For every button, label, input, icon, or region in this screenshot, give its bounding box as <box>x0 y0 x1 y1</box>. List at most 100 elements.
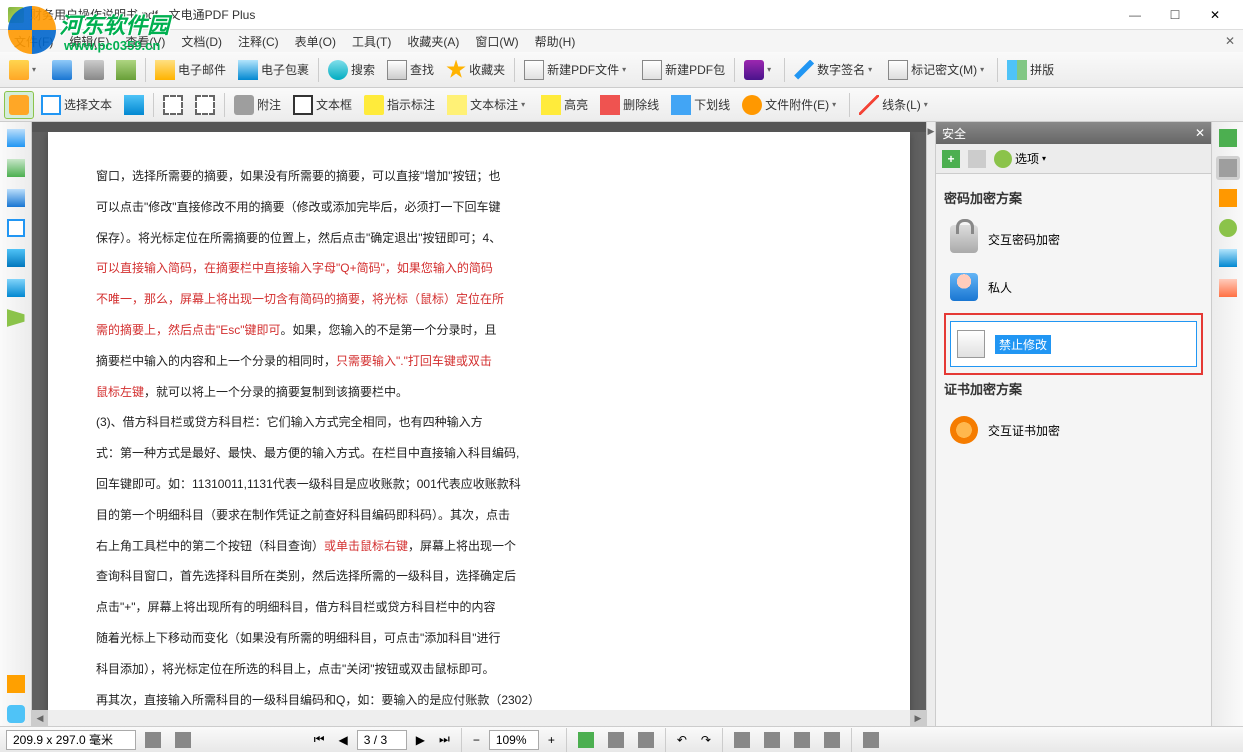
digital-sign-button[interactable]: 数字签名▾ <box>789 56 881 84</box>
file-attachment-button[interactable]: 文件附件(E)▾ <box>737 91 845 119</box>
underline-button[interactable]: 下划线 <box>666 91 735 119</box>
panel-close-button[interactable]: ✕ <box>1195 126 1205 140</box>
minimize-button[interactable]: — <box>1115 0 1155 30</box>
line-tool-button[interactable]: 线条(L)▾ <box>854 91 937 119</box>
zoom-in-button[interactable]: + <box>543 730 560 750</box>
new-pdf-package-button[interactable]: 新建PDF包 <box>637 56 730 84</box>
snapshot-button[interactable] <box>158 91 188 119</box>
scan-button[interactable] <box>111 56 141 84</box>
print-icon <box>84 60 104 80</box>
panel-toolbar: + 选项▾ <box>936 144 1211 174</box>
menu-window[interactable]: 窗口(W) <box>467 31 526 52</box>
highlight-button[interactable]: 高亮 <box>536 91 593 119</box>
check-panel-button[interactable] <box>1216 126 1240 150</box>
maximize-button[interactable]: ☐ <box>1155 0 1195 30</box>
favorites-button[interactable]: 收藏夹 <box>441 56 510 84</box>
facing-continuous-button[interactable] <box>819 730 845 750</box>
fullscreen-button[interactable] <box>858 730 884 750</box>
strikeout-button[interactable]: 删除线 <box>595 91 664 119</box>
text-markup-button[interactable]: 文本标注▾ <box>442 91 534 119</box>
panel-collapse-bar[interactable]: ▶ <box>926 122 936 726</box>
menu-document[interactable]: 文档(D) <box>173 31 230 52</box>
imposition-button[interactable]: 拼版 <box>1002 56 1059 84</box>
status-btn-2[interactable] <box>170 730 196 750</box>
hand-tool-button[interactable] <box>4 91 34 119</box>
layers-panel-button[interactable] <box>4 246 28 270</box>
last-page-button[interactable]: ⏭ <box>434 730 455 750</box>
rotate-cw-button[interactable]: ↷ <box>696 730 716 750</box>
select-text-button[interactable]: 选择文本 <box>36 91 117 119</box>
actual-size-button[interactable] <box>633 730 659 750</box>
fit-width-button[interactable] <box>573 730 599 750</box>
comments-panel-button[interactable] <box>4 186 28 210</box>
scheme-no-modify-selected[interactable]: 禁止修改 <box>950 321 1197 367</box>
menu-edit[interactable]: 编辑(E) <box>61 31 117 52</box>
find-button[interactable]: 查找 <box>382 56 439 84</box>
outline-panel-button[interactable] <box>4 276 28 300</box>
continuous-button[interactable] <box>759 730 785 750</box>
image-tab-button[interactable] <box>1216 246 1240 270</box>
open-button[interactable]: ▾ <box>4 56 45 84</box>
document-scroll[interactable]: 窗口，选择所需要的摘要，如果没有所需要的摘要，可以直接"增加"按钮；也 可以点击… <box>32 132 926 710</box>
select-image-button[interactable] <box>119 91 149 119</box>
menu-file[interactable]: 文件(F) <box>6 31 61 52</box>
doc-close-button[interactable]: ✕ <box>1225 34 1235 48</box>
delete-scheme-button[interactable] <box>968 150 986 168</box>
menu-tool[interactable]: 工具(T) <box>344 31 399 52</box>
scheme-no-modify-highlighted[interactable]: 禁止修改 <box>944 313 1203 375</box>
outline-icon <box>7 279 25 297</box>
prev-page-button[interactable]: ◀ <box>334 730 353 750</box>
email-button[interactable]: 电子邮件 <box>150 56 231 84</box>
menu-favorites[interactable]: 收藏夹(A) <box>399 31 467 52</box>
menu-view[interactable]: 查看(V) <box>117 31 173 52</box>
redact-button[interactable]: 标记密文(M)▾ <box>883 56 993 84</box>
horizontal-scrollbar[interactable]: ◀ ▶ <box>32 710 926 726</box>
rotate-ccw-button[interactable]: ↶ <box>672 730 692 750</box>
scroll-right-button[interactable]: ▶ <box>910 710 926 726</box>
scheme-interactive-password[interactable]: 交互密码加密 <box>944 217 1203 261</box>
status-btn-1[interactable] <box>140 730 166 750</box>
callout-button[interactable]: 指示标注 <box>359 91 440 119</box>
note-button[interactable]: 附注 <box>229 91 286 119</box>
page-number-field[interactable]: 3 / 3 <box>357 730 407 750</box>
stamp-tab-button[interactable] <box>1216 276 1240 300</box>
menu-comment[interactable]: 注释(C) <box>230 31 287 52</box>
security-button[interactable]: ▾ <box>739 56 780 84</box>
signatures-panel-button[interactable] <box>4 672 28 696</box>
scheme-private[interactable]: 私人 <box>944 265 1203 309</box>
clipboard-button[interactable] <box>190 91 220 119</box>
add-scheme-button[interactable]: + <box>942 150 960 168</box>
single-page-button[interactable] <box>729 730 755 750</box>
facing-button[interactable] <box>789 730 815 750</box>
search-button[interactable]: 搜索 <box>323 56 380 84</box>
first-page-button[interactable]: ⏮ <box>309 730 330 750</box>
new-pdf-file-button[interactable]: 新建PDF文件▾ <box>519 56 635 84</box>
scroll-track[interactable] <box>48 710 910 726</box>
close-button[interactable]: ✕ <box>1195 0 1235 30</box>
mail-icon <box>155 60 175 80</box>
person-tab-button[interactable] <box>1216 216 1240 240</box>
scroll-left-button[interactable]: ◀ <box>32 710 48 726</box>
next-page-button[interactable]: ▶ <box>411 730 430 750</box>
fit-page-button[interactable] <box>603 730 629 750</box>
zoom-field[interactable]: 109% <box>489 730 539 750</box>
bookmarks-panel-button[interactable] <box>4 156 28 180</box>
save-button[interactable] <box>47 56 77 84</box>
textbox-button[interactable]: 文本框 <box>288 91 357 119</box>
security-tab-button[interactable] <box>1216 156 1240 180</box>
save-icon <box>52 60 72 80</box>
panel-body: 密码加密方案 交互密码加密 私人 禁止修改 证书加密方案 交互证书加密 <box>936 174 1211 726</box>
package-button[interactable]: 电子包裹 <box>233 56 314 84</box>
tags-panel-button[interactable] <box>4 306 28 330</box>
bookmark-tab-button[interactable] <box>1216 186 1240 210</box>
menu-help[interactable]: 帮助(H) <box>527 31 584 52</box>
zoom-out-button[interactable]: − <box>468 730 485 750</box>
options-button[interactable]: 选项▾ <box>994 150 1046 168</box>
pages-panel-button[interactable] <box>4 126 28 150</box>
chat-panel-button[interactable] <box>4 702 28 726</box>
print-button[interactable] <box>79 56 109 84</box>
scheme-interactive-certificate[interactable]: 交互证书加密 <box>944 408 1203 452</box>
scheme-label: 交互证书加密 <box>988 422 1060 439</box>
thumbnails-panel-button[interactable] <box>4 216 28 240</box>
menu-form[interactable]: 表单(O) <box>287 31 344 52</box>
